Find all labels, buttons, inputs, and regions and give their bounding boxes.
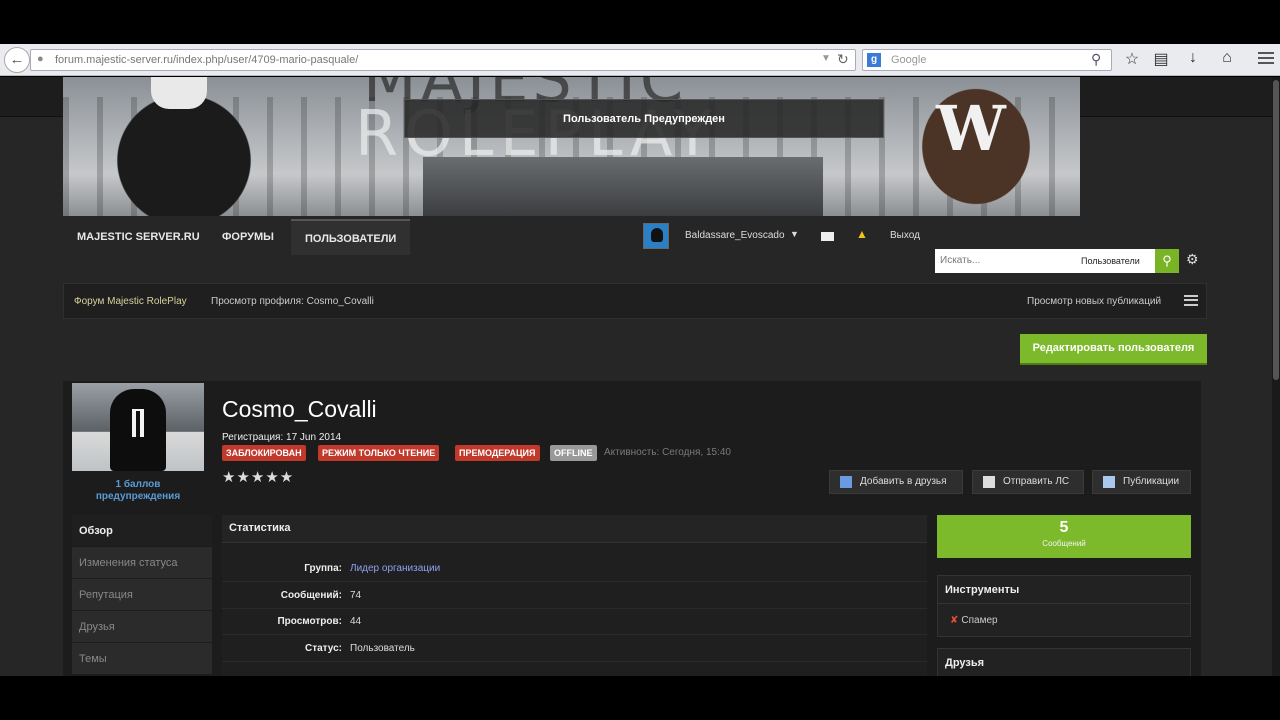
search-input[interactable]: Искать... Пользователи bbox=[935, 249, 1155, 273]
add-friend-button[interactable]: Добавить в друзья bbox=[829, 470, 963, 494]
stat-value-group[interactable]: Лидер организации bbox=[350, 563, 440, 574]
site-banner: MAJESTIC ROLEPLAY W bbox=[63, 77, 1080, 216]
table-row: Статус: Пользователь bbox=[222, 636, 927, 662]
nav-users[interactable]: ПОЛЬЗОВАТЕЛИ bbox=[291, 219, 411, 255]
tools-panel: Инструменты ✘ Спамер bbox=[937, 575, 1191, 637]
tab-topics[interactable]: Темы bbox=[72, 643, 212, 675]
menu-icon[interactable] bbox=[1258, 52, 1274, 64]
web-page: MAJESTIC ROLEPLAY W Пользователь Предупр… bbox=[0, 77, 1272, 676]
table-row: Сообщений: 74 bbox=[222, 583, 927, 609]
warning-points-label: предупреждения bbox=[95, 491, 181, 502]
bell-icon[interactable]: ▲ bbox=[856, 227, 868, 241]
back-arrow-icon[interactable]: ← bbox=[4, 47, 30, 73]
table-row: Просмотров: 44 bbox=[222, 609, 927, 635]
w-emblem-icon: W bbox=[936, 92, 1006, 165]
warning-notice: Пользователь Предупрежден bbox=[404, 99, 884, 138]
friends-panel: Друзья bbox=[937, 648, 1191, 676]
rating-stars[interactable]: ★★★★★ bbox=[222, 468, 294, 486]
tab-status-updates[interactable]: Изменения статуса bbox=[72, 547, 212, 579]
breadcrumb-current: Просмотр профиля: Cosmo_Covalli bbox=[211, 296, 374, 307]
globe-icon: ● bbox=[37, 53, 44, 65]
add-friend-label: Добавить в друзья bbox=[860, 476, 947, 487]
stat-value: 74 bbox=[350, 590, 362, 601]
publications-label: Публикации bbox=[1123, 476, 1180, 487]
document-icon bbox=[1103, 476, 1115, 488]
warning-points-count: 1 баллов bbox=[115, 479, 161, 490]
reload-icon[interactable]: ↻ bbox=[837, 51, 849, 68]
gear-icon[interactable]: ⚙ bbox=[1186, 251, 1199, 268]
bookmarks-list-icon[interactable]: ▤ bbox=[1149, 49, 1173, 69]
spammer-link[interactable]: ✘ Спамер bbox=[950, 615, 998, 626]
browser-search-field[interactable]: g Google ⚲ bbox=[862, 49, 1112, 71]
publications-button[interactable]: Публикации bbox=[1092, 470, 1191, 494]
home-icon[interactable]: ⌂ bbox=[1215, 49, 1239, 67]
url-text: forum.majestic-server.ru/index.php/user/… bbox=[55, 54, 359, 66]
tab-friends[interactable]: Друзья bbox=[72, 611, 212, 643]
last-activity: Активность: Сегодня, 15:40 bbox=[604, 447, 731, 458]
search-placeholder: Искать... bbox=[940, 255, 981, 266]
letterbox-top bbox=[0, 0, 1280, 44]
new-posts-link[interactable]: Просмотр новых публикаций bbox=[1027, 296, 1161, 307]
nav-forums[interactable]: ФОРУМЫ bbox=[208, 219, 288, 255]
scrollbar-thumb[interactable] bbox=[1273, 80, 1279, 380]
breadcrumb-home[interactable]: Форум Majestic RolePlay bbox=[74, 296, 187, 307]
registration-date: Регистрация: 17 Jun 2014 bbox=[222, 432, 342, 443]
table-row: Группа: Лидер организации bbox=[222, 556, 927, 582]
stat-label: Просмотров: bbox=[277, 616, 342, 627]
status-badge: OFFLINE bbox=[550, 445, 597, 461]
mail-icon[interactable] bbox=[821, 232, 834, 241]
search-icon[interactable]: ⚲ bbox=[1155, 249, 1179, 273]
add-friend-icon bbox=[840, 476, 852, 488]
browser-toolbar: ← ● forum.majestic-server.ru/index.php/u… bbox=[0, 44, 1280, 76]
message-count: 5 bbox=[1059, 519, 1069, 536]
download-icon[interactable]: ↓ bbox=[1181, 49, 1205, 67]
tab-reputation[interactable]: Репутация bbox=[72, 579, 212, 611]
search-icon[interactable]: ⚲ bbox=[1091, 51, 1101, 68]
stat-label: Статус: bbox=[304, 643, 342, 654]
warning-points[interactable]: 1 баллов предупреждения bbox=[72, 479, 204, 503]
search-engine-icon[interactable]: g bbox=[867, 53, 881, 67]
statistics-title: Статистика bbox=[222, 515, 927, 543]
friends-title: Друзья bbox=[938, 649, 1190, 676]
address-bar[interactable]: ● forum.majestic-server.ru/index.php/use… bbox=[30, 49, 856, 71]
tab-overview[interactable]: Обзор bbox=[72, 515, 212, 547]
spammer-icon: ✘ bbox=[950, 615, 959, 626]
status-badge: РЕЖИМ ТОЛЬКО ЧТЕНИЕ bbox=[318, 445, 440, 461]
stat-label: Сообщений: bbox=[280, 590, 342, 601]
profile-tabs: Обзор Изменения статуса Репутация Друзья… bbox=[72, 515, 212, 675]
send-message-button[interactable]: Отправить ЛС bbox=[972, 470, 1084, 494]
avatar[interactable] bbox=[643, 223, 669, 249]
chevron-down-icon[interactable]: ▼ bbox=[821, 53, 831, 64]
profile-name: Cosmo_Covalli bbox=[222, 396, 377, 422]
chevron-down-icon[interactable]: ▼ bbox=[790, 229, 799, 239]
list-icon[interactable] bbox=[1184, 295, 1198, 306]
status-badge: ЗАБЛОКИРОВАН bbox=[222, 445, 306, 461]
edit-user-button[interactable]: Редактировать пользователя bbox=[1020, 334, 1207, 363]
envelope-icon bbox=[983, 476, 995, 488]
stat-label: Группа: bbox=[304, 563, 342, 574]
logout-link[interactable]: Выход bbox=[890, 230, 920, 241]
status-badge: ПРЕМОДЕРАЦИЯ bbox=[455, 445, 540, 461]
browser-search-placeholder: Google bbox=[891, 54, 927, 66]
letterbox-bottom bbox=[0, 676, 1280, 720]
main-nav: MAJESTIC SERVER.RU ФОРУМЫ ПОЛЬЗОВАТЕЛИ B… bbox=[63, 219, 1080, 255]
stat-value: 44 bbox=[350, 616, 362, 627]
user-menu[interactable]: Baldassare_Evoscado bbox=[685, 230, 785, 241]
nav-site[interactable]: MAJESTIC SERVER.RU bbox=[63, 219, 214, 255]
message-count-box[interactable]: 5 Сообщений bbox=[937, 515, 1191, 558]
stat-value: Пользователь bbox=[350, 643, 415, 654]
breadcrumb: Форум Majestic RolePlay Просмотр профиля… bbox=[63, 283, 1207, 319]
tools-title: Инструменты bbox=[938, 576, 1190, 604]
search-scope[interactable]: Пользователи bbox=[1081, 256, 1140, 266]
spammer-label: Спамер bbox=[961, 615, 998, 626]
message-count-label: Сообщений bbox=[1042, 539, 1086, 548]
send-message-label: Отправить ЛС bbox=[1003, 476, 1070, 487]
bookmark-star-icon[interactable]: ☆ bbox=[1120, 49, 1144, 69]
profile-avatar[interactable] bbox=[72, 383, 204, 471]
